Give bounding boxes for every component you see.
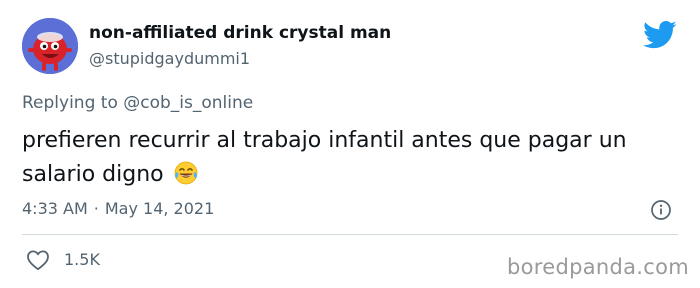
replying-to-prefix: Replying to xyxy=(22,93,124,113)
meta-separator: · xyxy=(93,199,99,218)
info-icon[interactable] xyxy=(650,199,672,221)
tweet-time: 4:33 AM xyxy=(22,199,88,218)
tweet-body: prefieren recurrir al trabajo infantil a… xyxy=(22,128,627,187)
tweet-text: prefieren recurrir al trabajo infantil a… xyxy=(22,124,672,192)
author-display-name[interactable]: non-affiliated drink crystal man xyxy=(89,23,391,43)
tweet-date: May 14, 2021 xyxy=(104,199,215,218)
boredpanda-watermark: boredpanda.com xyxy=(507,255,690,279)
face-with-tears-of-joy-icon xyxy=(174,161,197,185)
replying-to-line: Replying to @cob_is_online xyxy=(22,93,253,113)
heart-icon[interactable] xyxy=(26,249,50,271)
tweet-timestamp[interactable]: 4:33 AM · May 14, 2021 xyxy=(22,199,214,218)
reply-mention-link[interactable]: @cob_is_online xyxy=(123,93,253,113)
avatar[interactable] xyxy=(22,18,78,74)
twitter-bird-icon[interactable] xyxy=(643,20,677,50)
author-handle[interactable]: @stupidgaydummi1 xyxy=(89,49,250,68)
tweet-card: non-affiliated drink crystal man @stupid… xyxy=(0,0,700,288)
divider xyxy=(22,234,678,235)
like-count: 1.5K xyxy=(64,250,100,269)
kool-aid-man-avatar-icon xyxy=(22,18,78,74)
